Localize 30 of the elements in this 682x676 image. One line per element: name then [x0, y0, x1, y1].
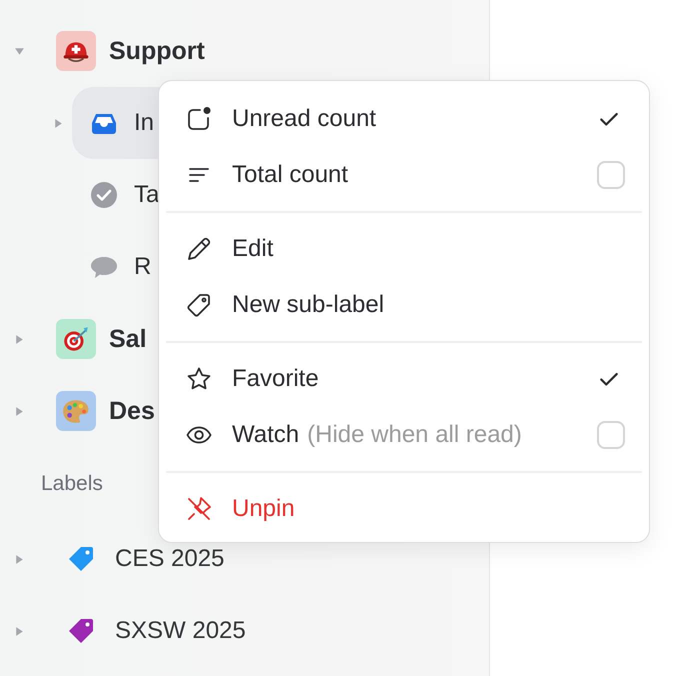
- menu-item[interactable]: New sub-label: [159, 277, 649, 333]
- disclosure-arrow-icon[interactable]: [14, 406, 25, 416]
- checkbox[interactable]: [597, 421, 625, 449]
- label-name[interactable]: CES 2025: [115, 545, 224, 573]
- menu-item[interactable]: Favorite: [159, 351, 649, 407]
- disclosure-arrow-icon[interactable]: [14, 626, 25, 636]
- section-heading: Labels: [41, 472, 103, 496]
- group-name[interactable]: Sal: [109, 324, 147, 354]
- unpin-icon: [185, 495, 213, 523]
- menu-item[interactable]: Total count: [159, 147, 649, 203]
- item-name[interactable]: Ta: [134, 181, 160, 209]
- disclosure-arrow-icon[interactable]: [14, 46, 25, 56]
- disclosure-arrow-icon[interactable]: [14, 554, 25, 564]
- item-name[interactable]: R: [134, 253, 152, 281]
- label-name[interactable]: SXSW 2025: [115, 617, 246, 645]
- menu-item[interactable]: Unread count: [159, 91, 649, 147]
- group-name[interactable]: Support: [109, 36, 205, 66]
- target-icon: [61, 324, 91, 354]
- hint-text: (Hide when all read): [307, 421, 522, 449]
- menu-item[interactable]: Edit: [159, 221, 649, 277]
- tag-icon: [185, 291, 213, 319]
- disclosure-arrow-icon[interactable]: [14, 334, 25, 344]
- badge-dot-icon: [185, 105, 213, 133]
- checkbox[interactable]: [597, 161, 625, 189]
- group-name[interactable]: Des: [109, 396, 155, 426]
- menu-item[interactable]: Watch (Hide when all read): [159, 407, 649, 463]
- pencil-icon: [185, 235, 213, 263]
- menu-item[interactable]: Unpin: [159, 481, 649, 537]
- disclosure-arrow-icon[interactable]: [53, 118, 64, 129]
- check-circle-icon: [90, 181, 118, 209]
